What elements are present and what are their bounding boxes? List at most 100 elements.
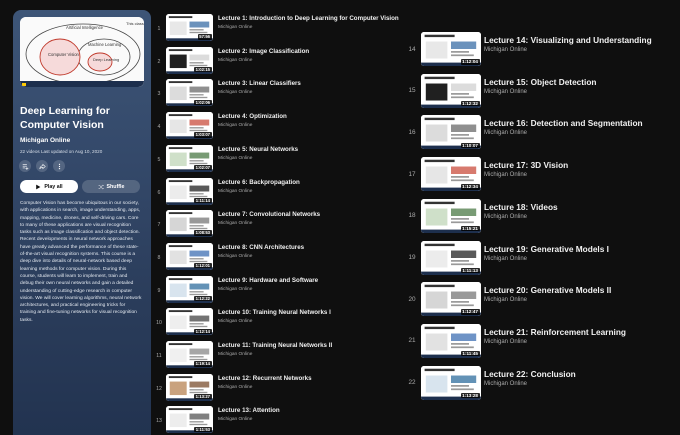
video-title[interactable]: Lecture 12: Recurrent Networks: [218, 375, 418, 382]
video-thumbnail[interactable]: 1:12:32: [421, 73, 481, 108]
save-playlist-button[interactable]: [19, 160, 31, 172]
video-duration: 57:56: [197, 34, 212, 40]
video-thumbnail[interactable]: 1:12:22: [166, 275, 213, 303]
video-index: 19: [408, 254, 416, 261]
video-thumbnail[interactable]: 1:11:45: [421, 323, 481, 358]
playlist-hero-thumbnail[interactable]: This class Artificial Intelligence Machi…: [20, 17, 144, 87]
video-thumbnail[interactable]: 57:56: [166, 14, 213, 41]
shuffle-label: Shuffle: [106, 183, 125, 190]
video-duration: 1:12:34: [460, 184, 480, 190]
video-thumbnail[interactable]: 1:13:27: [166, 373, 213, 401]
video-title[interactable]: Lecture 9: Hardware and Software: [218, 277, 418, 284]
video-title[interactable]: Lecture 20: Generative Models II: [484, 285, 664, 295]
video-index: 4: [157, 124, 161, 131]
video-index: 5: [157, 156, 161, 163]
video-duration: 1:12:47: [460, 309, 480, 315]
video-thumbnail[interactable]: 1:10:07: [421, 115, 481, 150]
video-title[interactable]: Lecture 1: Introduction to Deep Learning…: [218, 15, 418, 22]
video-title[interactable]: Lecture 2: Image Classification: [218, 48, 418, 55]
video-title[interactable]: Lecture 3: Linear Classifiers: [218, 80, 418, 87]
video-thumbnail[interactable]: 1:12:34: [421, 157, 481, 192]
video-channel[interactable]: Michigan Online: [218, 90, 252, 95]
hero-label-ai: Artificial Intelligence: [66, 25, 104, 30]
video-channel[interactable]: Michigan Online: [218, 254, 252, 259]
video-index: 20: [408, 295, 416, 303]
video-title[interactable]: Lecture 4: Optimization: [218, 113, 418, 120]
video-channel[interactable]: Michigan Online: [218, 417, 252, 422]
video-title[interactable]: Lecture 13: Attention: [218, 407, 418, 414]
video-channel[interactable]: Michigan Online: [218, 189, 252, 194]
play-all-button[interactable]: Play all: [20, 180, 78, 193]
video-duration: 1:02:15: [194, 66, 212, 73]
video-title[interactable]: Lecture 17: 3D Vision: [484, 160, 664, 170]
video-thumbnail[interactable]: 1:12:04: [421, 32, 481, 66]
video-channel[interactable]: Michigan Online: [218, 385, 252, 390]
video-channel[interactable]: Michigan Online: [218, 221, 252, 226]
video-channel[interactable]: Michigan Online: [484, 381, 527, 387]
video-channel[interactable]: Michigan Online: [484, 89, 527, 95]
video-thumbnail[interactable]: 1:15:21: [421, 198, 481, 233]
share-button[interactable]: [36, 160, 48, 172]
video-thumbnail[interactable]: 1:13:28: [421, 365, 481, 400]
video-index: 6: [157, 189, 161, 196]
video-thumbnail[interactable]: 1:02:06: [166, 79, 213, 107]
shuffle-button[interactable]: Shuffle: [82, 180, 140, 193]
video-title[interactable]: Lecture 5: Neural Networks: [218, 146, 418, 153]
video-channel[interactable]: Michigan Online: [484, 256, 527, 262]
video-title[interactable]: Lecture 11: Training Neural Networks II: [218, 342, 418, 349]
video-channel[interactable]: Michigan Online: [218, 287, 252, 292]
video-title[interactable]: Lecture 16: Detection and Segmentation: [484, 118, 664, 128]
video-index: 18: [408, 212, 416, 220]
video-index: 14: [408, 45, 416, 53]
video-thumbnail[interactable]: 1:02:07: [166, 144, 213, 172]
video-duration: 1:11:45: [460, 351, 480, 357]
playlist-channel[interactable]: Michigan Online: [20, 137, 70, 144]
video-thumbnail[interactable]: 1:08:53: [166, 210, 213, 238]
video-index: 11: [156, 353, 162, 359]
more-options-button[interactable]: [53, 160, 65, 172]
video-duration: 1:12:14: [194, 328, 212, 334]
video-channel[interactable]: Michigan Online: [484, 297, 527, 303]
video-channel[interactable]: Michigan Online: [218, 319, 252, 324]
video-duration: 1:12:04: [460, 59, 480, 65]
video-channel[interactable]: Michigan Online: [218, 123, 252, 128]
video-title[interactable]: Lecture 7: Convolutional Networks: [218, 211, 418, 218]
video-thumbnail[interactable]: 1:12:01: [166, 242, 213, 270]
video-title[interactable]: Lecture 22: Conclusion: [484, 369, 664, 379]
video-thumbnail[interactable]: 1:19:14: [166, 341, 213, 368]
video-thumbnail[interactable]: 1:02:15: [166, 46, 213, 74]
video-channel[interactable]: Michigan Online: [218, 58, 252, 63]
video-channel[interactable]: Michigan Online: [484, 214, 527, 220]
video-title[interactable]: Lecture 8: CNN Architectures: [218, 244, 418, 251]
video-duration: 1:11:14: [194, 197, 212, 203]
video-thumbnail[interactable]: 1:12:47: [421, 282, 481, 317]
video-title[interactable]: Lecture 21: Reinforcement Learning: [484, 327, 664, 337]
video-duration: 1:12:01: [194, 263, 212, 269]
video-thumbnail[interactable]: 1:11:53: [166, 406, 213, 434]
playlist-title: Deep Learning for Computer Vision: [20, 105, 110, 131]
video-duration: 1:10:07: [460, 142, 480, 148]
video-duration: 1:12:32: [460, 100, 480, 107]
video-channel[interactable]: Michigan Online: [218, 25, 252, 30]
share-icon: [38, 163, 46, 169]
video-title[interactable]: Lecture 14: Visualizing and Understandin…: [484, 35, 664, 45]
more-vert-icon: [58, 163, 60, 169]
video-thumbnail[interactable]: 1:11:13: [421, 240, 481, 275]
playlist-meta: 22 videos Last updated on Aug 10, 2020: [20, 149, 103, 154]
video-title[interactable]: Lecture 19: Generative Models I: [484, 244, 664, 254]
video-channel[interactable]: Michigan Online: [484, 47, 527, 53]
video-channel[interactable]: Michigan Online: [484, 339, 527, 345]
video-thumbnail[interactable]: 1:12:14: [166, 308, 213, 336]
video-channel[interactable]: Michigan Online: [484, 130, 527, 136]
video-title[interactable]: Lecture 10: Training Neural Networks I: [218, 309, 418, 316]
video-thumbnail[interactable]: 1:11:14: [166, 177, 213, 205]
video-channel[interactable]: Michigan Online: [484, 172, 527, 178]
video-channel[interactable]: Michigan Online: [218, 156, 252, 161]
video-title[interactable]: Lecture 18: Videos: [484, 202, 664, 212]
video-thumbnail[interactable]: 1:03:07: [166, 112, 213, 140]
video-channel[interactable]: Michigan Online: [218, 352, 252, 357]
video-title[interactable]: Lecture 15: Object Detection: [484, 77, 664, 87]
video-index: 9: [157, 287, 161, 294]
video-title[interactable]: Lecture 6: Backpropagation: [218, 179, 418, 186]
video-duration: 1:02:07: [194, 165, 212, 171]
